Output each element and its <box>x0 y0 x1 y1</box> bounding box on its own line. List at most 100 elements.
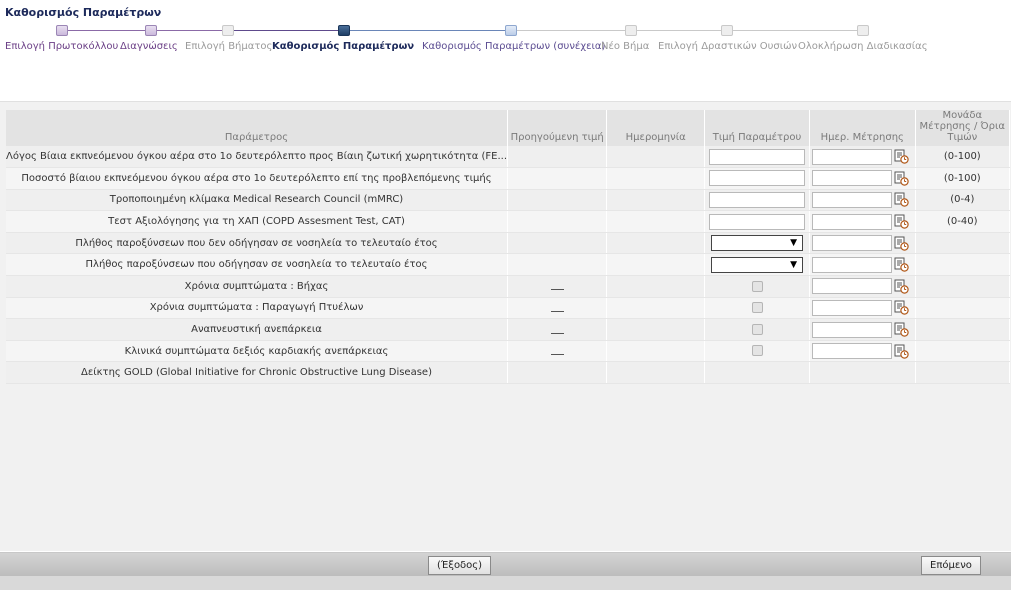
empty-previous-value <box>550 354 564 356</box>
measurement-date-group <box>810 343 915 360</box>
footer-bar: (Έξοδος) Επόμενο <box>0 552 1011 576</box>
calendar-clock-icon[interactable] <box>894 257 909 272</box>
parameter-name: Κλινικά συμπτώματα δεξιός καρδιακής ανεπ… <box>6 340 509 363</box>
calendar-clock-icon[interactable] <box>894 214 909 229</box>
calendar-clock-icon[interactable] <box>894 149 909 164</box>
exit-button[interactable]: (Έξοδος) <box>428 556 492 575</box>
parameter-value-cell: ▼ <box>704 253 810 277</box>
calendar-clock-icon[interactable] <box>894 300 909 316</box>
calendar-clock-icon[interactable] <box>894 344 909 359</box>
wizard-step-7-marker <box>721 25 733 36</box>
unit-limits-cell: (0-100) <box>915 146 1011 169</box>
previous-value-cell <box>507 361 608 385</box>
page-title: Καθορισμός Παραμέτρων <box>5 6 162 19</box>
wizard-connector <box>517 30 625 31</box>
parameter-checkbox[interactable] <box>751 302 763 314</box>
col-header-previous-value: Προηγούμενη τιμή <box>507 110 608 146</box>
parameter-name: Πλήθος παροξύνσεων που οδήγησαν σε νοσηλ… <box>6 253 509 277</box>
parameter-checkbox[interactable] <box>751 323 763 335</box>
measurement-date-input[interactable] <box>812 256 892 273</box>
unit-limits-cell: (0-4) <box>915 189 1011 212</box>
measurement-date-input[interactable] <box>812 148 892 165</box>
measurement-date-input[interactable] <box>812 213 892 230</box>
parameter-value-cell <box>704 361 810 385</box>
previous-value-cell <box>507 146 608 169</box>
wizard-connector <box>637 30 721 31</box>
table-row: Ποσοστό βίαιου εκπνεόμενου όγκου αέρα στ… <box>6 167 1011 190</box>
calendar-clock-icon[interactable] <box>894 322 909 337</box>
calendar-clock-icon[interactable] <box>894 236 909 251</box>
table-row: Δείκτης GOLD (Global Initiative for Chro… <box>6 361 1011 385</box>
next-button[interactable]: Επόμενο <box>921 556 981 575</box>
table-row: Αναπνευστική ανεπάρκεια <box>6 318 1011 341</box>
col-header-parameter-value: Τιμή Παραμέτρου <box>704 110 810 146</box>
wizard-step-5-label[interactable]: Καθορισμός Παραμέτρων (συνέχεια) <box>422 41 605 52</box>
col-header-parameter: Παράμετρος <box>6 110 509 146</box>
measurement-date-cell <box>809 189 916 212</box>
unit-limits-cell <box>915 297 1011 320</box>
parameter-name: Τροποποιημένη κλίμακα Medical Research C… <box>6 189 509 212</box>
parameter-name: Ποσοστό βίαιου εκπνεόμενου όγκου αέρα στ… <box>6 167 509 190</box>
parameter-value-input[interactable] <box>709 191 806 208</box>
table-header-row: Παράμετρος Προηγούμενη τιμή Ημερομηνία Τ… <box>6 110 1011 146</box>
wizard-step-1-label[interactable]: Επιλογή Πρωτοκόλλου <box>5 41 118 52</box>
table-row: Πλήθος παροξύνσεων που οδήγησαν σε νοσηλ… <box>6 253 1011 277</box>
parameter-checkbox[interactable] <box>751 345 763 357</box>
date-cell <box>606 297 706 320</box>
parameter-name: Τεστ Αξιολόγησης για τη ΧΑΠ (COPD Assesm… <box>6 210 509 233</box>
wizard-step-2-marker[interactable] <box>145 25 157 36</box>
previous-value-cell <box>507 210 608 233</box>
unit-limits-cell <box>915 318 1011 341</box>
parameter-value-input[interactable] <box>709 170 806 187</box>
parameter-value-cell <box>704 146 810 169</box>
date-cell <box>606 167 706 190</box>
measurement-date-input[interactable] <box>812 321 892 338</box>
parameter-value-cell <box>704 210 810 233</box>
parameter-value-cell <box>704 318 810 341</box>
unit-limits-cell <box>915 253 1011 277</box>
previous-value-cell <box>507 167 608 190</box>
wizard-step-8-marker <box>857 25 869 36</box>
table-row: Κλινικά συμπτώματα δεξιός καρδιακής ανεπ… <box>6 340 1011 363</box>
parameter-value-cell <box>704 167 810 190</box>
measurement-date-input[interactable] <box>812 191 892 208</box>
measurement-date-input[interactable] <box>812 299 892 316</box>
col-header-date: Ημερομηνία <box>606 110 706 146</box>
measurement-date-cell <box>809 167 916 190</box>
wizard-step-8-label: Ολοκλήρωση Διαδικασίας <box>798 41 928 52</box>
unit-limits-cell <box>915 275 1011 298</box>
wizard-step-1-marker[interactable] <box>56 25 68 36</box>
measurement-date-input[interactable] <box>812 343 892 360</box>
calendar-clock-icon[interactable] <box>894 279 909 294</box>
wizard-connector <box>157 30 222 31</box>
measurement-date-cell <box>809 232 916 255</box>
wizard-step-2-label[interactable]: Διαγνώσεις <box>120 41 178 52</box>
parameter-value-input[interactable] <box>709 213 806 230</box>
parameter-value-select[interactable]: ▼ <box>711 256 804 273</box>
empty-previous-value <box>550 332 564 334</box>
measurement-date-cell <box>809 146 916 169</box>
unit-limits-cell <box>915 340 1011 363</box>
parameter-value-input[interactable] <box>709 148 806 165</box>
measurement-date-group <box>810 170 915 187</box>
parameter-value-cell: ▼ <box>704 232 810 255</box>
wizard-step-5-marker[interactable] <box>505 25 517 36</box>
table-row: Χρόνια συμπτώματα : Βήχας <box>6 275 1011 298</box>
wizard-connector <box>68 30 145 31</box>
measurement-date-cell <box>809 340 916 363</box>
calendar-clock-icon[interactable] <box>894 192 909 208</box>
date-cell <box>606 318 706 341</box>
table-body: Λόγος Βίαια εκπνεόμενου όγκου αέρα στο 1… <box>6 146 1011 385</box>
parameter-checkbox[interactable] <box>751 280 763 292</box>
measurement-date-cell <box>809 275 916 298</box>
parameter-value-select[interactable]: ▼ <box>711 235 804 252</box>
calendar-clock-icon[interactable] <box>894 171 909 186</box>
measurement-date-input[interactable] <box>812 278 892 295</box>
parameter-value-cell <box>704 189 810 212</box>
measurement-date-input[interactable] <box>812 235 892 252</box>
measurement-date-group <box>810 299 915 316</box>
measurement-date-input[interactable] <box>812 170 892 187</box>
dropdown-arrow-icon[interactable]: ▼ <box>790 260 797 270</box>
date-cell <box>606 253 706 277</box>
dropdown-arrow-icon[interactable]: ▼ <box>790 238 797 248</box>
